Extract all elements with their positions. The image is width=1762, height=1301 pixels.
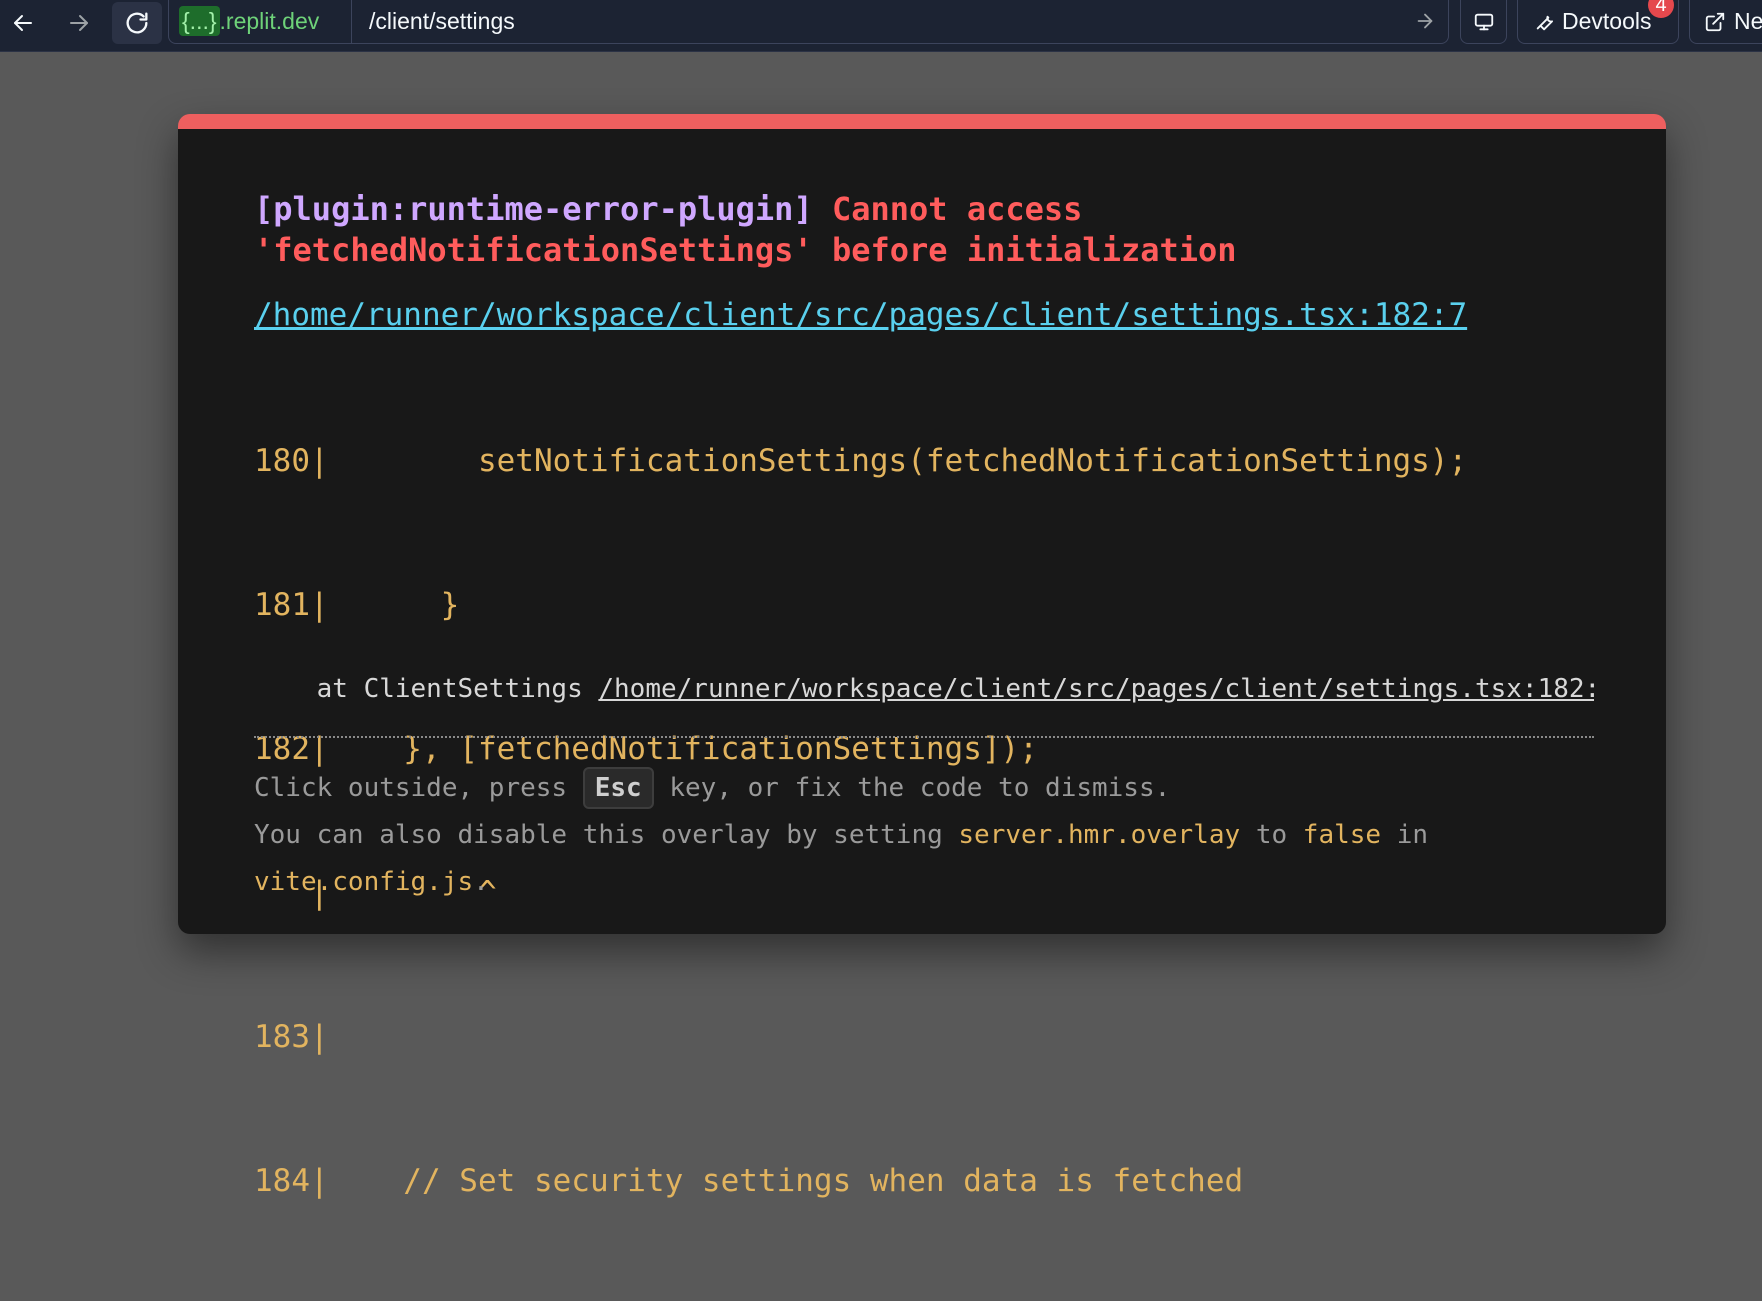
dismiss-tip: Click outside, press Esc key, or fix the… xyxy=(254,767,1170,809)
stack-file-link[interactable]: /home/runner/workspace/client/src/pages/… xyxy=(598,674,1594,704)
url-domain-suffix: .replit.dev xyxy=(219,7,320,34)
disable-overlay-tip: You can also disable this overlay by set… xyxy=(254,815,1428,855)
config-file-tip: vite.config.js. xyxy=(254,862,489,902)
back-button[interactable] xyxy=(0,2,46,44)
tip-text: in xyxy=(1381,820,1429,850)
error-file-link[interactable]: /home/runner/workspace/client/src/pages/… xyxy=(254,295,1467,335)
stack-trace: at ClientSettings /home/runner/workspace… xyxy=(254,672,1594,706)
code-line: 180| setNotificationSettings(fetchedNoti… xyxy=(254,443,1468,479)
forward-button[interactable] xyxy=(56,2,102,44)
url-domain: {...} .replit.dev xyxy=(179,6,319,36)
error-message: [plugin:runtime-error-plugin] Cannot acc… xyxy=(254,189,1237,271)
arrow-right-icon xyxy=(70,15,88,31)
new-tab-label: Ne xyxy=(1734,8,1762,34)
code-line: 182| }, [fetchedNotificationSettings]); xyxy=(254,731,1038,767)
plugin-tag: [plugin:runtime-error-plugin] xyxy=(254,190,813,228)
config-file: vite.config.js xyxy=(254,867,474,897)
tip-text: Click outside, press xyxy=(254,773,583,803)
reload-icon xyxy=(126,12,148,34)
go-button[interactable] xyxy=(1414,10,1436,37)
config-value: false xyxy=(1302,820,1382,850)
esc-key: Esc xyxy=(582,767,654,809)
go-arrow-icon xyxy=(1417,13,1433,29)
url-path-input[interactable]: /client/settings xyxy=(369,7,515,35)
tip-text: You can also disable this overlay by set… xyxy=(254,820,959,850)
config-key: server.hmr.overlay xyxy=(958,820,1241,850)
devtools-label: Devtools xyxy=(1562,8,1652,34)
monitor-icon xyxy=(1474,13,1493,30)
wrench-icon xyxy=(1536,15,1553,30)
reload-button[interactable] xyxy=(112,2,162,44)
arrow-left-icon xyxy=(14,15,32,31)
new-tab-button[interactable]: Ne xyxy=(1689,0,1762,44)
error-message-line-1: Cannot access xyxy=(831,190,1083,228)
code-line: 183| xyxy=(254,1019,329,1055)
tip-text: to xyxy=(1240,820,1303,850)
code-line: 184| // Set security settings when data … xyxy=(254,1163,1244,1199)
error-message-line-2: 'fetchedNotificationSettings' before ini… xyxy=(254,231,1237,269)
error-overlay: [plugin:runtime-error-plugin] Cannot acc… xyxy=(178,114,1666,1199)
screen-size-button[interactable] xyxy=(1460,0,1507,44)
divider xyxy=(254,736,1594,738)
url-domain-prefix: {...} xyxy=(179,6,220,36)
url-divider xyxy=(351,0,352,44)
browser-toolbar: {...} .replit.dev /client/settings Devto… xyxy=(0,0,1762,52)
url-bar[interactable]: {...} .replit.dev /client/settings xyxy=(168,0,1449,44)
code-line: 181| } xyxy=(254,587,460,623)
external-link-icon xyxy=(1705,12,1725,31)
stack-prefix: at ClientSettings xyxy=(254,674,599,704)
tip-text: . xyxy=(473,867,489,897)
tip-text: key, or fix the code to dismiss. xyxy=(653,773,1171,803)
